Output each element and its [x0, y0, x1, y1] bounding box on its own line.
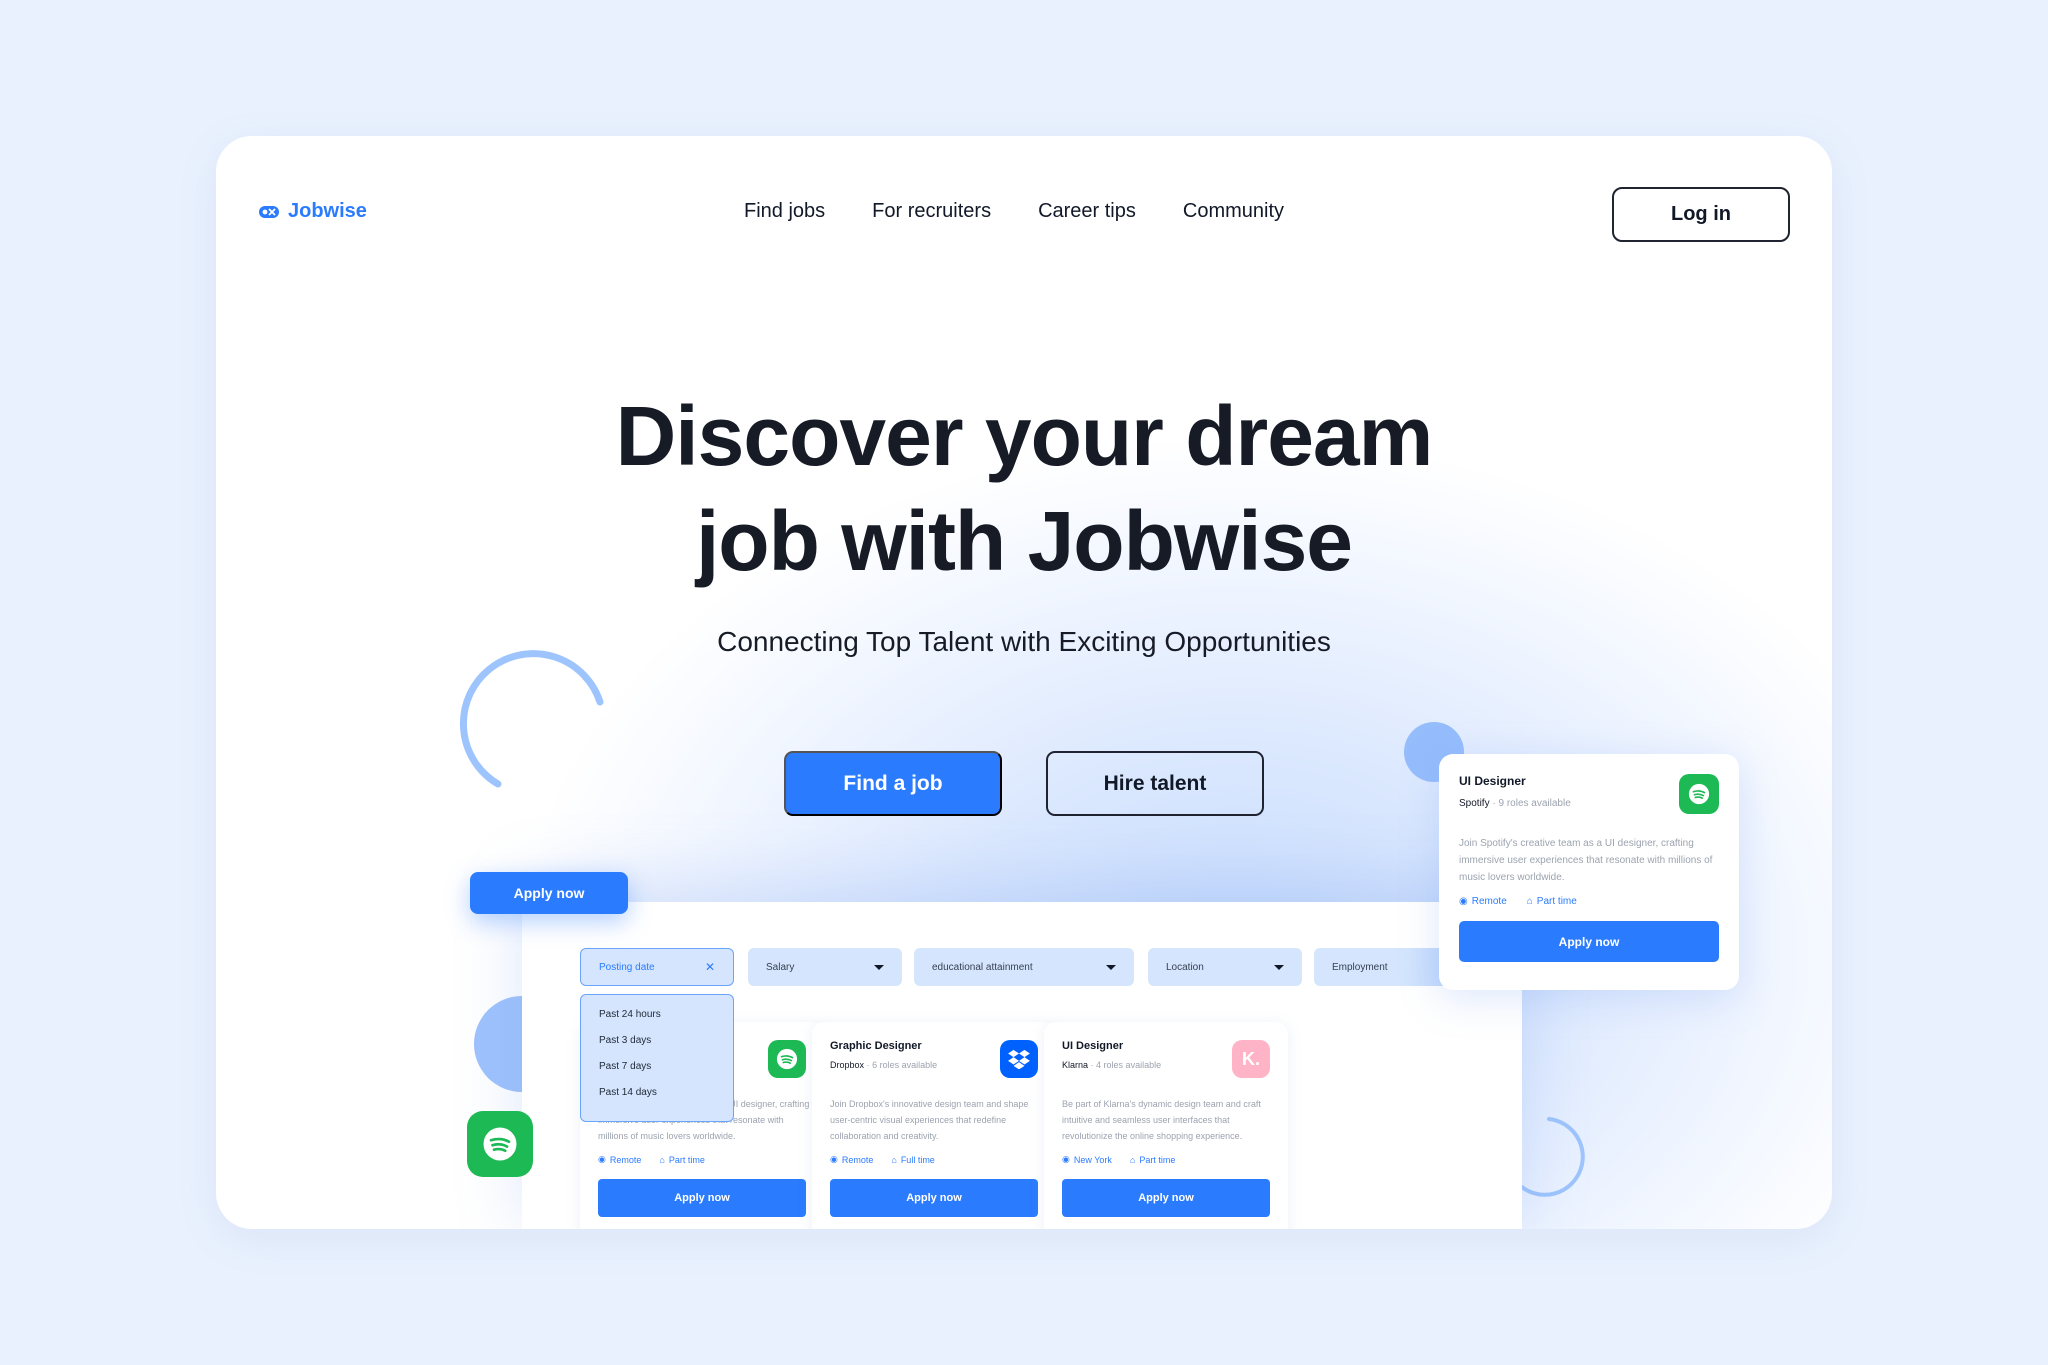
- employment-type-tag: ⌂ Part time: [659, 1154, 705, 1165]
- apply-now-button[interactable]: Apply now: [830, 1179, 1038, 1217]
- job-description: Join Dropbox's innovative design team an…: [830, 1099, 1029, 1141]
- nav-for-recruiters[interactable]: For recruiters: [872, 200, 991, 223]
- login-button[interactable]: Log in: [1612, 187, 1790, 242]
- location-pin-icon: ◉: [1062, 1154, 1070, 1164]
- brand-name: Jobwise: [288, 200, 367, 222]
- klarna-icon: K.: [1232, 1040, 1270, 1078]
- job-card: Graphic Designer Dropbox · 6 roles avail…: [812, 1022, 1056, 1229]
- filter-salary[interactable]: Salary: [748, 948, 902, 986]
- location-pin-icon: ◉: [830, 1154, 838, 1164]
- briefcase-icon: ⌂: [659, 1154, 665, 1165]
- job-search-panel: Posting date ✕ Salary educational attain…: [522, 902, 1522, 1229]
- nav-community[interactable]: Community: [1183, 200, 1284, 223]
- nav-find-jobs[interactable]: Find jobs: [744, 200, 825, 223]
- employment-type-tag: ⌂ Part time: [1129, 1154, 1176, 1165]
- ticket-logo-icon: [259, 205, 279, 218]
- briefcase-icon: ⌂: [891, 1154, 897, 1165]
- location-pin-icon: ◉: [598, 1154, 606, 1164]
- apply-now-button[interactable]: Apply now: [598, 1179, 806, 1217]
- briefcase-icon: ⌂: [1526, 896, 1533, 907]
- hire-talent-button[interactable]: Hire talent: [1046, 751, 1264, 816]
- filter-posting-date[interactable]: Posting date ✕: [580, 948, 734, 986]
- find-a-job-button[interactable]: Find a job: [784, 751, 1002, 816]
- location-tag: ◉ New York: [1062, 1154, 1112, 1165]
- filter-educational-attainment[interactable]: educational attainment: [914, 948, 1134, 986]
- option-past-14-days[interactable]: Past 14 days: [599, 1087, 733, 1113]
- option-past-24-hours[interactable]: Past 24 hours: [599, 1009, 733, 1035]
- location-tag: ◉ Remote: [1459, 896, 1507, 907]
- nav-career-tips[interactable]: Career tips: [1038, 200, 1136, 223]
- landing-page-frame: Jobwise Find jobs For recruiters Career …: [216, 136, 1832, 1229]
- apply-now-button[interactable]: Apply now: [1062, 1179, 1270, 1217]
- main-nav: Find jobs For recruiters Career tips Com…: [744, 200, 1284, 223]
- hero-title: Discover your dream job with Jobwise: [216, 384, 1832, 594]
- option-past-7-days[interactable]: Past 7 days: [599, 1061, 733, 1087]
- hero-title-line2: job with Jobwise: [695, 494, 1353, 588]
- caret-down-icon: [874, 964, 884, 970]
- brand-logo[interactable]: Jobwise: [258, 200, 367, 223]
- spotify-icon: [1679, 774, 1719, 814]
- caret-down-icon: [1274, 964, 1284, 970]
- dropbox-icon: [1000, 1040, 1038, 1078]
- hero-title-line1: Discover your dream: [615, 389, 1434, 483]
- apply-now-button[interactable]: Apply now: [1459, 921, 1719, 962]
- caret-down-icon: [1106, 964, 1116, 970]
- featured-job-card: UI Designer Spotify · 9 roles available …: [1439, 754, 1739, 990]
- filter-location[interactable]: Location: [1148, 948, 1302, 986]
- employment-type-tag: ⌂ Full time: [891, 1154, 935, 1165]
- spotify-icon: [768, 1040, 806, 1078]
- close-icon[interactable]: ✕: [705, 960, 715, 974]
- employment-type-tag: ⌂ Part time: [1526, 896, 1577, 907]
- location-pin-icon: ◉: [1459, 896, 1468, 907]
- briefcase-icon: ⌂: [1129, 1154, 1136, 1165]
- posting-date-dropdown: Past 24 hours Past 3 days Past 7 days Pa…: [580, 994, 734, 1122]
- floating-apply-now-button[interactable]: Apply now: [470, 872, 628, 914]
- location-tag: ◉ Remote: [598, 1154, 642, 1165]
- decorative-arc-left: [460, 650, 604, 788]
- job-description: Be part of Klarna's dynamic design team …: [1062, 1099, 1261, 1141]
- job-description: Join Spotify's creative team as a UI des…: [1459, 838, 1713, 883]
- option-past-3-days[interactable]: Past 3 days: [599, 1035, 733, 1061]
- job-card: UI Designer Klarna · 4 roles available K…: [1044, 1022, 1288, 1229]
- location-tag: ◉ Remote: [830, 1154, 874, 1165]
- spotify-icon: [467, 1111, 533, 1177]
